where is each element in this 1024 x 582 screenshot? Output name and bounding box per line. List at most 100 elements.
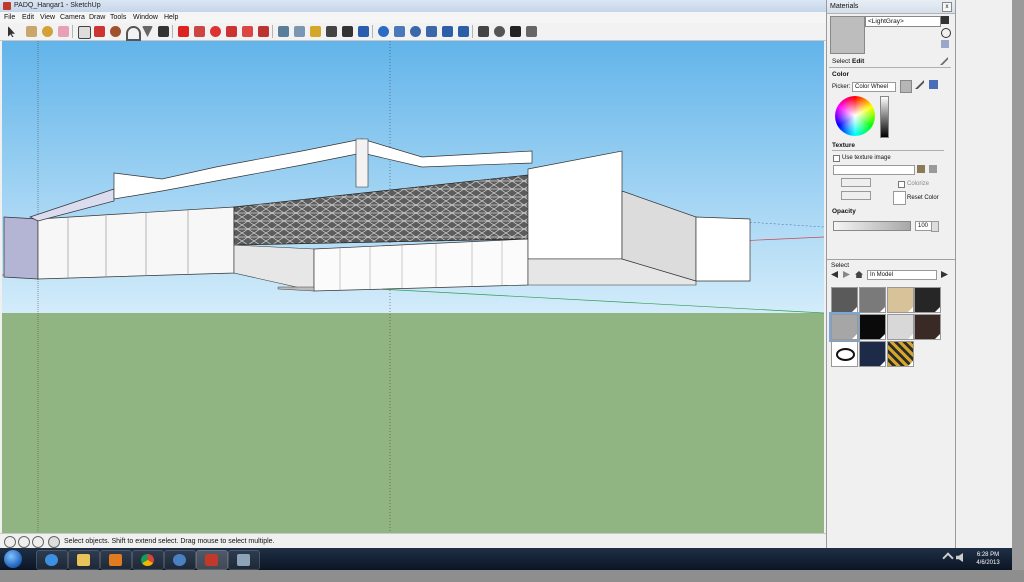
edit-texture-icon[interactable]: [917, 165, 925, 173]
menu-draw[interactable]: Draw: [89, 14, 105, 21]
push-pull-icon[interactable]: [194, 26, 205, 37]
polygon-icon[interactable]: [142, 26, 153, 37]
material-name-field[interactable]: <LightGray>: [865, 16, 941, 27]
axes-icon[interactable]: [342, 26, 353, 37]
section-plane-icon[interactable]: [526, 26, 537, 37]
reset-color-label[interactable]: Reset Color: [907, 195, 939, 201]
credits-icon[interactable]: [18, 536, 30, 548]
3d-text-icon[interactable]: [358, 26, 369, 37]
menu-window[interactable]: Window: [133, 14, 158, 21]
scale-icon[interactable]: [242, 26, 253, 37]
texture-width-field[interactable]: [841, 178, 871, 187]
media-player-icon: [109, 554, 122, 566]
zoom-icon[interactable]: [410, 26, 421, 37]
rotate-icon[interactable]: [210, 26, 221, 37]
clock-time: 6:28 PM: [976, 552, 1000, 558]
forward-arrow-icon[interactable]: [843, 271, 850, 278]
picker-dropdown[interactable]: Color Wheel: [852, 82, 896, 92]
taskbar-layout[interactable]: [228, 550, 260, 570]
taskbar-chrome[interactable]: [132, 550, 164, 570]
system-clock[interactable]: 6:28 PM 4/6/2013: [968, 551, 1008, 567]
select-tool-icon[interactable]: [8, 26, 15, 37]
reset-color-swatch[interactable]: [893, 191, 906, 205]
brightness-slider[interactable]: [880, 96, 889, 138]
material-swatch[interactable]: [914, 287, 941, 313]
follow-me-icon[interactable]: [226, 26, 237, 37]
orbit-icon[interactable]: [378, 26, 389, 37]
colorize-checkbox[interactable]: [898, 181, 905, 188]
material-swatch[interactable]: [859, 314, 886, 340]
taskbar-internet-explorer[interactable]: [36, 550, 68, 570]
home-icon[interactable]: [855, 271, 863, 278]
previous-view-icon[interactable]: [458, 26, 469, 37]
user-icon[interactable]: [32, 536, 44, 548]
text-icon[interactable]: [326, 26, 337, 37]
browse-texture-icon[interactable]: [929, 165, 937, 173]
taskbar-sketchup[interactable]: [196, 550, 228, 570]
menu-camera[interactable]: Camera: [60, 14, 85, 21]
material-swatch[interactable]: [914, 314, 941, 340]
menu-help[interactable]: Help: [164, 14, 178, 21]
make-component-icon[interactable]: [26, 26, 37, 37]
right-border: [1012, 0, 1024, 582]
match-screen-color-icon[interactable]: [929, 80, 938, 89]
bottom-border: [0, 570, 1024, 582]
modeling-viewport[interactable]: [2, 41, 824, 533]
material-swatch-ellipse[interactable]: [831, 341, 858, 367]
move-icon[interactable]: [178, 26, 189, 37]
position-camera-icon[interactable]: [478, 26, 489, 37]
rectangle-icon[interactable]: [78, 26, 91, 39]
tab-edit[interactable]: Edit: [852, 58, 864, 65]
circle-icon[interactable]: [110, 26, 121, 37]
texture-path-field[interactable]: [833, 165, 915, 175]
collection-dropdown[interactable]: In Model: [867, 270, 937, 280]
dimension-icon[interactable]: [294, 26, 305, 37]
menu-file[interactable]: File: [4, 14, 15, 21]
opacity-spinner[interactable]: [931, 221, 939, 232]
opacity-slider[interactable]: [833, 221, 911, 231]
taskbar-media-player[interactable]: [100, 550, 132, 570]
volume-icon[interactable]: [956, 553, 963, 562]
zoom-extents-icon[interactable]: [442, 26, 453, 37]
create-material-icon[interactable]: [941, 28, 951, 38]
menu-view[interactable]: View: [40, 14, 55, 21]
material-swatch[interactable]: [859, 341, 886, 367]
freehand-icon[interactable]: [158, 26, 169, 37]
use-texture-checkbox[interactable]: [833, 155, 840, 162]
arc-icon[interactable]: [126, 26, 141, 41]
material-swatch[interactable]: [887, 314, 914, 340]
taskbar-google-earth[interactable]: [164, 550, 196, 570]
material-swatch-hazard[interactable]: [887, 341, 914, 367]
paint-bucket-icon[interactable]: [42, 26, 53, 37]
line-icon[interactable]: [94, 26, 105, 37]
pan-icon[interactable]: [394, 26, 405, 37]
eraser-icon[interactable]: [58, 26, 69, 37]
offset-icon[interactable]: [258, 26, 269, 37]
tray-expand-icon[interactable]: [942, 552, 954, 564]
sample-paint-icon[interactable]: [940, 57, 948, 65]
material-swatch[interactable]: [831, 287, 858, 313]
back-arrow-icon[interactable]: [831, 271, 838, 278]
tab-select[interactable]: Select: [832, 58, 850, 65]
help-icon[interactable]: [48, 536, 60, 548]
default-material-icon[interactable]: [941, 40, 949, 48]
tape-measure-icon[interactable]: [278, 26, 289, 37]
start-button[interactable]: [4, 550, 22, 568]
menu-tools[interactable]: Tools: [110, 14, 126, 21]
color-wheel[interactable]: [835, 96, 875, 136]
display-secondary-pane-icon[interactable]: [941, 16, 949, 24]
match-model-color-icon[interactable]: [915, 80, 924, 89]
walk-icon[interactable]: [510, 26, 521, 37]
texture-height-field[interactable]: [841, 191, 871, 200]
zoom-window-icon[interactable]: [426, 26, 437, 37]
material-swatch[interactable]: [887, 287, 914, 313]
look-around-icon[interactable]: [494, 26, 505, 37]
protractor-icon[interactable]: [310, 26, 321, 37]
material-swatch-selected[interactable]: [829, 312, 860, 342]
close-panel-button[interactable]: x: [942, 2, 952, 12]
menu-edit[interactable]: Edit: [22, 14, 34, 21]
material-swatch[interactable]: [859, 287, 886, 313]
geo-location-icon[interactable]: [4, 536, 16, 548]
taskbar-explorer[interactable]: [68, 550, 100, 570]
details-arrow-icon[interactable]: [941, 271, 948, 278]
